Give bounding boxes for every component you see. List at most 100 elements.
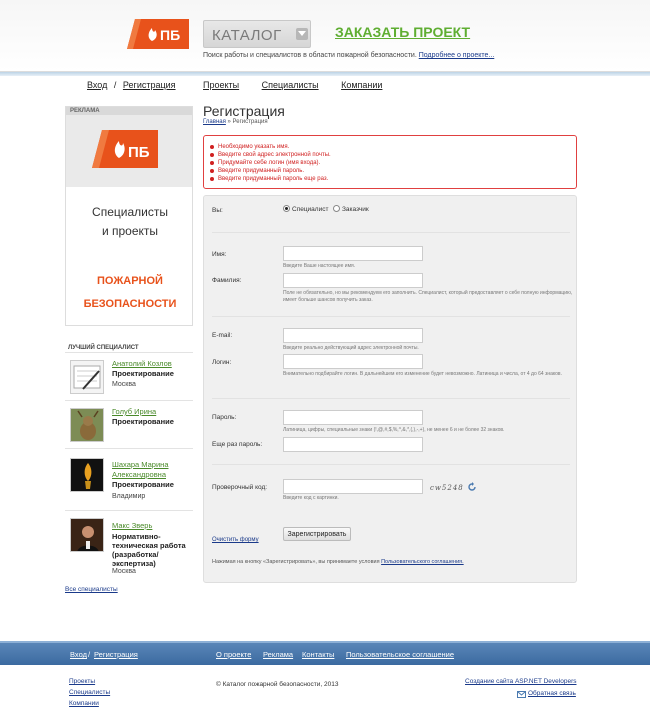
radio-specialist-dot[interactable]: [283, 205, 290, 212]
register-link[interactable]: Регистрация: [123, 80, 176, 90]
catalog-label: КАТАЛОГ: [212, 27, 282, 44]
specialist-role-line-2: техническая работа: [112, 541, 186, 550]
divider: [212, 464, 570, 465]
agreement-note: Нажимая на кнопку «Зарегистрировать», вы…: [212, 559, 464, 565]
captcha-input[interactable]: [283, 479, 423, 494]
ad-line-2: и проекты: [101, 224, 159, 238]
specialist-role-line-3: (разработка/: [112, 550, 159, 559]
page-title: Регистрация: [203, 103, 285, 119]
login-hint: Внимательно подбирайте логин. В дальнейш…: [283, 371, 562, 377]
catalog-dropdown[interactable]: КАТАЛОГ: [203, 20, 311, 48]
error-item: Введите свой адрес электронной почты.: [210, 151, 570, 159]
user-agreement-link[interactable]: Пользовательского соглашения.: [381, 559, 464, 565]
login-label: Логин:: [212, 359, 232, 366]
specialist-role: Нормативно- техническая работа (разработ…: [112, 532, 192, 568]
mail-icon: [517, 691, 526, 698]
password-hint: Латиница, цифры, специальные знаки (!,@,…: [283, 427, 505, 433]
ad-line-3: ПОЖАРНОЙ: [97, 275, 163, 287]
footer-agreement-link[interactable]: Пользовательское соглашение: [346, 650, 454, 659]
clear-form-link[interactable]: Очистить форму: [212, 537, 259, 543]
specialist-city: Владимир: [112, 493, 146, 500]
surname-input[interactable]: [283, 273, 423, 288]
refresh-icon[interactable]: [467, 482, 477, 492]
email-hint: Введите реально действующий адрес электр…: [283, 345, 419, 351]
password-label: Пароль:: [212, 414, 237, 421]
password-repeat-input[interactable]: [283, 437, 423, 452]
name-input[interactable]: [283, 246, 423, 261]
error-item: Введите придуманный пароль еще раз.: [210, 175, 570, 183]
ad-line-4: БЕЗОПАСНОСТИ: [83, 298, 177, 310]
auth-separator: /: [113, 80, 117, 90]
footer-register-link[interactable]: Регистрация: [94, 650, 138, 659]
user-type-label: Вы:: [212, 207, 223, 214]
login-input[interactable]: [283, 354, 423, 369]
specialist-role: Проектирование: [112, 480, 174, 489]
captcha-label: Проверочный код:: [212, 484, 268, 491]
radio-customer[interactable]: Заказчик: [333, 205, 369, 213]
specialist-role-line-4: экспертиза): [112, 559, 156, 568]
footer-about-link[interactable]: О проекте: [216, 650, 251, 659]
name-label: Имя:: [212, 251, 227, 258]
specialist-card: Анатолий Козлов Проектирование Москва: [65, 352, 193, 400]
ad-logo: ПБ: [92, 130, 158, 168]
specialist-name-link[interactable]: Голуб Ирина: [112, 407, 156, 417]
nav-projects[interactable]: Проекты: [203, 80, 239, 90]
footer-ads-link[interactable]: Реклама: [263, 650, 293, 659]
footer-projects-link[interactable]: Проекты: [69, 678, 95, 685]
ad-logo-area: ПБ: [66, 115, 192, 187]
specialist-card: Шахара Марина Александровна Проектирован…: [65, 448, 193, 510]
login-link[interactable]: Вход: [87, 80, 107, 90]
copyright: © Каталог пожарной безопасности, 2013: [216, 681, 339, 688]
error-item: Придумайте себе логин (имя входа).: [210, 159, 570, 167]
avatar[interactable]: [70, 518, 104, 552]
developer-link[interactable]: Создание сайта ASP.NET Developers: [465, 678, 576, 685]
nav-specialists[interactable]: Специалисты: [262, 80, 319, 90]
radio-specialist[interactable]: Специалист: [283, 205, 328, 213]
agreement-text: Нажимая на кнопку «Зарегистрировать», вы…: [212, 559, 380, 565]
tagline-text: Поиск работы и специалистов в области по…: [203, 52, 417, 59]
registration-form: Вы: Специалист Заказчик Имя: Введите Ваш…: [203, 195, 577, 583]
footer-auth-separator: /: [88, 650, 91, 659]
footer-specialists-link[interactable]: Специалисты: [69, 689, 110, 696]
site-footer: Проекты Специалисты Компании © Каталог п…: [0, 665, 650, 721]
specialist-role: Проектирование: [112, 417, 174, 426]
captcha-image: cw5248: [430, 484, 464, 492]
nav-companies[interactable]: Компании: [341, 80, 382, 90]
footer-login-link[interactable]: Вход: [70, 650, 87, 659]
register-button[interactable]: Зарегистрировать: [283, 527, 351, 541]
all-specialists-link[interactable]: Все специалисты: [65, 586, 118, 593]
avatar[interactable]: [70, 360, 104, 394]
specialist-name-link[interactable]: Анатолий Козлов: [112, 359, 172, 369]
error-item: Введите придуманный пароль.: [210, 167, 570, 175]
divider: [212, 398, 570, 399]
footer-contacts-link[interactable]: Контакты: [302, 650, 334, 659]
specialist-card: Макс Зверь Нормативно- техническая работ…: [65, 510, 193, 582]
order-project-link[interactable]: ЗАКАЗАТЬ ПРОЕКТ: [335, 24, 470, 40]
specialist-city: Москва: [112, 381, 136, 388]
avatar[interactable]: [70, 458, 104, 492]
footer-companies-link[interactable]: Компании: [69, 700, 99, 707]
breadcrumb-separator: »: [227, 119, 231, 125]
tagline: Поиск работы и специалистов в области по…: [203, 52, 494, 59]
radio-specialist-label: Специалист: [292, 206, 329, 213]
about-project-link[interactable]: Подробнее о проекте...: [419, 52, 495, 59]
email-label: E-mail:: [212, 332, 233, 339]
password-input[interactable]: [283, 410, 423, 425]
email-field[interactable]: [283, 328, 423, 343]
name-hint: Введите Ваше настоящее имя.: [283, 263, 356, 269]
breadcrumb-home[interactable]: Главная: [203, 119, 226, 125]
specialist-name-link[interactable]: Шахара Марина Александровна: [112, 460, 168, 480]
password-repeat-label: Еще раз пароль:: [212, 441, 263, 448]
radio-customer-dot[interactable]: [333, 205, 340, 212]
chevron-down-icon[interactable]: [296, 28, 308, 40]
site-logo[interactable]: ПБ: [127, 19, 189, 49]
avatar[interactable]: [70, 408, 104, 442]
feedback-link[interactable]: Обратная связь: [528, 690, 576, 697]
divider: [212, 316, 570, 317]
specialist-name-link[interactable]: Макс Зверь: [112, 521, 152, 531]
error-summary: Необходимо указать имя. Введите свой адр…: [203, 135, 577, 189]
specialist-role: Проектирование: [112, 369, 174, 378]
breadcrumb-current: Регистрация: [232, 119, 268, 125]
divider: [212, 232, 570, 233]
ad-banner[interactable]: РЕКЛАМА ПБ Специалисты и проекты ПОЖАРНО…: [65, 106, 193, 326]
